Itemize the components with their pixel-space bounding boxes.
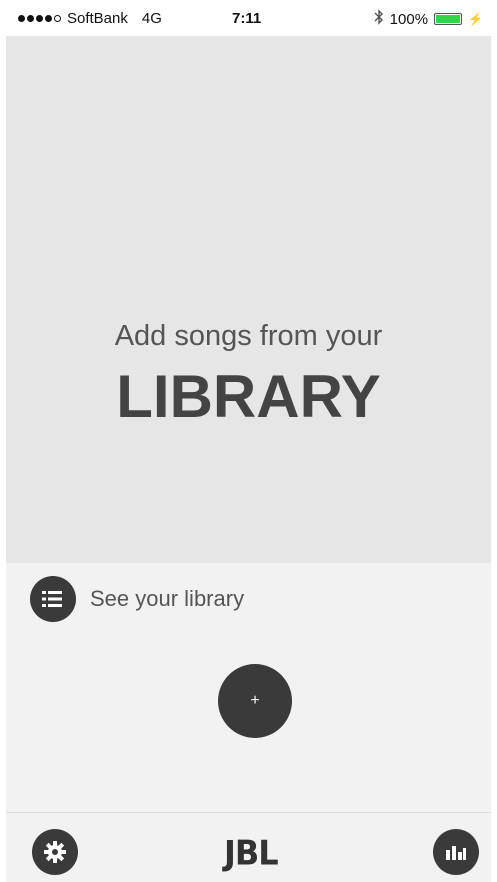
bottom-toolbar: JBL bbox=[6, 812, 491, 882]
signal-dot bbox=[54, 15, 61, 22]
signal-dot bbox=[36, 15, 43, 22]
equalizer-button[interactable] bbox=[433, 829, 479, 875]
library-hero[interactable]: Add songs from your LIBRARY bbox=[6, 36, 491, 563]
signal-dot bbox=[27, 15, 34, 22]
carrier-name: SoftBank bbox=[67, 10, 128, 27]
settings-button[interactable] bbox=[32, 829, 78, 875]
jbl-logo: JBL bbox=[224, 833, 279, 873]
hero-subtitle: Add songs from your bbox=[114, 320, 383, 352]
signal-dot bbox=[18, 15, 25, 22]
list-icon bbox=[30, 576, 76, 622]
status-right: 100% ⚡ bbox=[374, 9, 483, 29]
equalizer-icon bbox=[446, 846, 466, 860]
plus-icon: + bbox=[250, 692, 260, 709]
hero-title: LIBRARY bbox=[116, 363, 381, 430]
status-time: 7:11 bbox=[232, 10, 262, 27]
status-bar: SoftBank 4G 7:11 100% ⚡ bbox=[6, 0, 491, 36]
gear-icon bbox=[44, 841, 66, 863]
bluetooth-icon bbox=[374, 9, 384, 29]
charging-icon: ⚡ bbox=[468, 12, 483, 26]
signal-strength-icon bbox=[18, 15, 61, 22]
signal-dot bbox=[45, 15, 52, 22]
battery-icon bbox=[434, 13, 463, 25]
network-type: 4G bbox=[141, 10, 162, 27]
see-library-label: See your library bbox=[90, 586, 245, 611]
battery-fill bbox=[436, 15, 461, 23]
see-library-button[interactable]: See your library bbox=[30, 576, 244, 622]
app-screen: SoftBank 4G 7:11 100% ⚡ Add songs from y… bbox=[6, 0, 491, 882]
add-songs-button[interactable]: + bbox=[218, 664, 292, 738]
status-left: SoftBank 4G bbox=[18, 10, 162, 27]
battery-percent: 100% bbox=[389, 10, 429, 28]
